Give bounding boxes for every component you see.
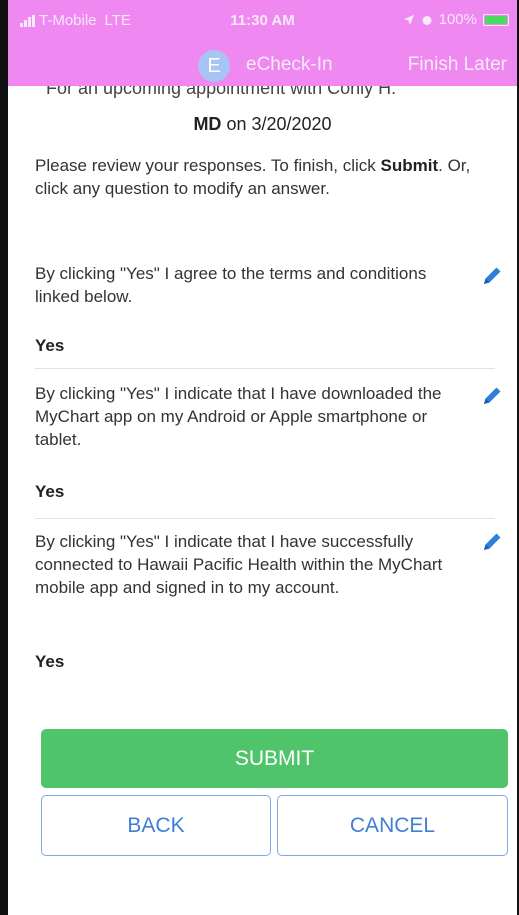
appointment-date: on 3/20/2020 (221, 114, 332, 134)
finish-later-button[interactable]: Finish Later (408, 54, 507, 76)
cancel-button[interactable]: CANCEL (277, 795, 508, 856)
question-text[interactable]: By clicking "Yes" I indicate that I have… (35, 382, 475, 451)
nav-bar: E eCheck-In Finish Later (8, 46, 517, 86)
pencil-edit-icon[interactable] (480, 264, 504, 288)
pencil-edit-icon[interactable] (480, 530, 504, 554)
question-text[interactable]: By clicking "Yes" I agree to the terms a… (35, 262, 475, 308)
instructions-submit-word: Submit (380, 156, 439, 175)
divider (35, 518, 495, 519)
status-bar: T-Mobile LTE 11:30 AM 100% (8, 0, 517, 40)
back-button[interactable]: BACK (41, 795, 271, 856)
instructions-part-1: Please review your responses. To finish,… (35, 156, 381, 175)
appointment-line-1: For an upcoming appointment with Conly H… (46, 86, 397, 98)
page-title: eCheck-In (246, 54, 333, 75)
review-content[interactable]: For an upcoming appointment with Conly H… (8, 86, 517, 915)
pencil-edit-icon[interactable] (480, 384, 504, 408)
battery-percent: 100% (438, 11, 477, 28)
divider (35, 368, 495, 369)
status-right: 100% (403, 11, 509, 28)
provider-credential: MD (193, 114, 222, 134)
answer-value: Yes (35, 336, 65, 355)
app-header: T-Mobile LTE 11:30 AM 100% E eCheck-In F… (8, 0, 517, 86)
appointment-line-2: MD on 3/20/2020 (8, 114, 517, 135)
avatar[interactable]: E (198, 50, 230, 82)
question-text[interactable]: By clicking "Yes" I indicate that I have… (35, 530, 475, 599)
submit-button[interactable]: SUBMIT (41, 729, 508, 788)
review-instructions: Please review your responses. To finish,… (35, 154, 495, 200)
answer-value: Yes (35, 652, 65, 671)
alarm-icon (422, 15, 432, 25)
answer-value: Yes (35, 482, 65, 501)
device-frame-left (0, 0, 8, 915)
location-arrow-icon (403, 14, 414, 25)
battery-icon (483, 13, 509, 26)
